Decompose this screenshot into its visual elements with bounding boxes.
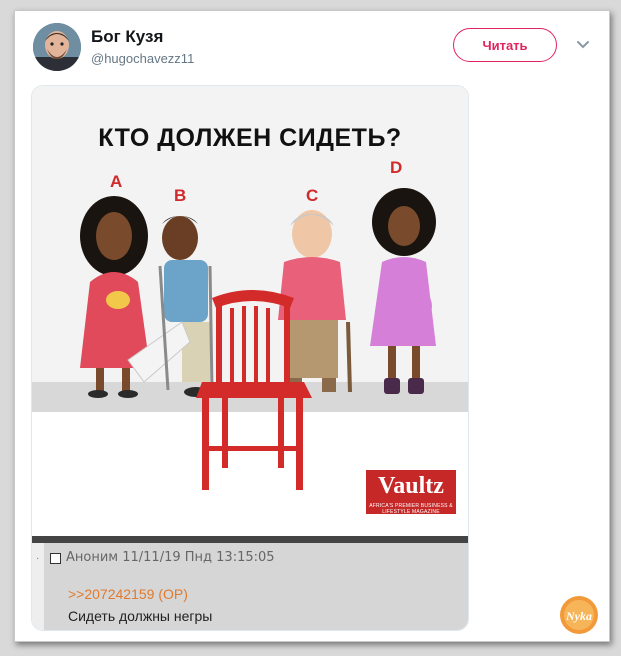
post-bullet: · <box>36 553 40 564</box>
follow-button[interactable]: Читать <box>453 28 557 62</box>
label-a: A <box>110 172 123 191</box>
label-b: B <box>174 186 187 205</box>
post-meta: Аноним 11/11/19 Пнд 13:15:05 <box>66 550 275 565</box>
chevron-down-icon[interactable] <box>575 37 591 53</box>
checkbox-icon[interactable] <box>50 553 61 564</box>
image-title: КТО ДОЛЖЕН СИДЕТЬ? <box>98 124 402 152</box>
tweet-media[interactable]: КТО ДОЛЖЕН СИДЕТЬ? A B C D Vaultz AFRICA… <box>31 85 469 631</box>
author-handle[interactable]: @hugochavezz11 <box>91 51 194 66</box>
label-c: C <box>306 186 319 205</box>
vaultz-logo: Vaultz AFRICA'S PREMIER BUSINESS & LIFES… <box>366 470 456 515</box>
post-text: Сидеть должны негры <box>68 608 213 624</box>
meme-illustration <box>32 86 468 536</box>
tweet-card: Бог Кузя @hugochavezz11 Читать КТО ДОЛЖЕ… <box>14 10 610 642</box>
watermark-text: Nyka <box>565 609 592 623</box>
label-d: D <box>390 158 403 177</box>
avatar[interactable] <box>33 23 81 71</box>
imageboard-post: · Аноним 11/11/19 Пнд 13:15:05 >>2072421… <box>32 543 468 630</box>
watermark-logo: Nyka <box>560 596 598 634</box>
vaultz-tagline: AFRICA'S PREMIER BUSINESS & LIFESTYLE MA… <box>369 503 453 515</box>
author-name[interactable]: Бог Кузя <box>91 27 163 47</box>
reply-link[interactable]: >>207242159 (OP) <box>68 586 188 602</box>
vaultz-logo-text: Vaultz <box>378 473 444 499</box>
divider <box>32 536 468 543</box>
post-body: Аноним 11/11/19 Пнд 13:15:05 >>207242159… <box>44 543 468 630</box>
